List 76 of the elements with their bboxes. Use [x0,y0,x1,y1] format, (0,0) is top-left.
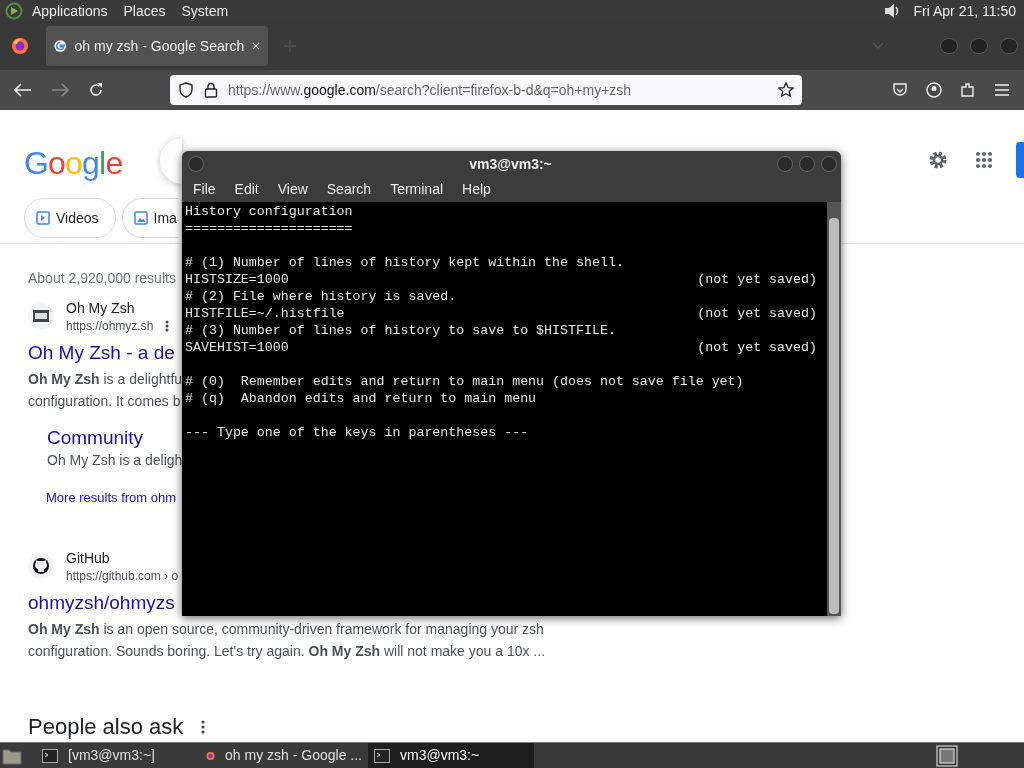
menu-item[interactable]: Search [326,179,372,200]
clock[interactable]: Fri Apr 21, 11:50 [913,0,1016,22]
more-results-link[interactable]: More results from ohm [46,488,177,508]
site-name: Oh My Zsh [66,299,136,318]
taskbar-button[interactable]: [vm3@vm3:~] [36,742,200,768]
result-url: https://github.com › o [66,568,179,584]
menu-icon[interactable] [994,83,1010,97]
result-snippet: Oh My Zsh is a delightfu configuration. It comes b [28,370,183,411]
maximize-window-button[interactable] [799,156,815,172]
menu-item[interactable]: File [193,179,216,200]
forward-icon[interactable] [51,83,69,97]
result-snippet: Oh My Zsh is an open source, community-driven framework for managing your zsh configuration. Sounds boring. Let's try again. Oh My Zsh will not make you a 10x ... [28,620,546,661]
panel-menu[interactable]: Places [123,0,166,22]
terminal-line: History configuration [185,203,353,220]
image-icon [133,211,148,225]
terminal-line: HISTSIZE=1000 [185,271,289,288]
back-icon[interactable] [14,83,32,97]
status-note: (not yet saved) [697,271,817,288]
lock-icon [204,82,218,98]
sitelink[interactable]: Community [47,426,144,450]
window-menu-button[interactable] [188,156,204,172]
close-window-button[interactable] [821,156,837,172]
taskbar-button[interactable]: vm3@vm3:~ [368,742,534,768]
terminal-icon [33,310,49,322]
sitelink-snippet: Oh My Zsh is a deligh [47,451,183,470]
menu-item[interactable]: Edit [234,179,259,200]
pocket-icon[interactable] [892,82,908,98]
firefox-icon[interactable] [11,37,29,55]
result-url: https://ohmyz.sh [66,318,154,334]
section-heading: People also ask [28,713,184,741]
reload-icon[interactable] [88,82,104,98]
close-icon[interactable] [252,41,260,51]
distro-logo-icon[interactable] [4,2,24,20]
terminal-line: ===================== [185,220,353,237]
terminal-line: # (q) Abandon edits and return to main menu [185,390,537,407]
minimize-window-button[interactable] [777,156,793,172]
url-text: https://www.google.com/search?client=firefox-b-d&q=oh+my+zsh [228,80,632,100]
menu-item[interactable]: Help [462,179,491,200]
terminal-line: --- Type one of the keys in parentheses --- [185,424,529,441]
shield-icon [178,82,194,98]
terminal-line: HISTFILE=~/.histfile [185,305,345,322]
account-icon[interactable] [926,82,942,98]
taskbar-button[interactable]: oh my zsh - Google ... [200,742,368,768]
video-icon [36,211,50,225]
browser-tab[interactable]: oh my zsh - Google Search [46,26,268,66]
extensions-icon[interactable] [960,82,976,98]
panel-menu[interactable]: Applications [32,0,108,22]
site-name: GitHub [66,549,111,568]
google-icon [54,38,67,54]
terminal-line: SAVEHIST=1000 [185,339,289,356]
google-logo[interactable]: Google [24,139,123,187]
apps-grid-icon[interactable] [975,151,993,169]
result-count: About 2,920,000 results [28,269,176,288]
panel-menu[interactable]: System [181,0,229,22]
scrollbar-thumb[interactable] [829,218,839,614]
terminal-line: # (0) Remember edits and return to main menu (does not save file yet) [185,373,744,390]
scrollbar[interactable] [827,202,841,616]
workspace-icon[interactable] [936,744,958,767]
folder-icon[interactable] [2,746,22,765]
terminal-line: # (2) File where history is saved. [185,288,457,305]
bookmark-star-icon[interactable] [778,82,794,98]
result-title-link[interactable]: ohmyzsh/ohmyzs [28,590,175,616]
status-note: (not yet saved) [697,305,817,322]
menu-item[interactable]: Terminal [390,179,444,200]
terminal-icon [374,748,390,763]
terminal-line: # (1) Number of lines of history kept within the shell. [185,254,624,271]
menu-item[interactable]: View [277,179,308,200]
window-title: vm3@vm3:~ [469,154,552,174]
more-options-icon[interactable] [201,719,206,734]
terminal-icon [42,748,58,763]
settings-icon[interactable] [927,149,949,171]
url-bar[interactable]: https://www.google.com/search?client=firefox-b-d&q=oh+my+zsh [170,75,802,105]
result-title-link[interactable]: Oh My Zsh - a de [28,340,175,366]
terminal-line: # (3) Number of lines of history to save to $HISTFILE. [185,322,616,339]
more-options-icon[interactable] [165,320,170,332]
status-note: (not yet saved) [697,339,817,356]
